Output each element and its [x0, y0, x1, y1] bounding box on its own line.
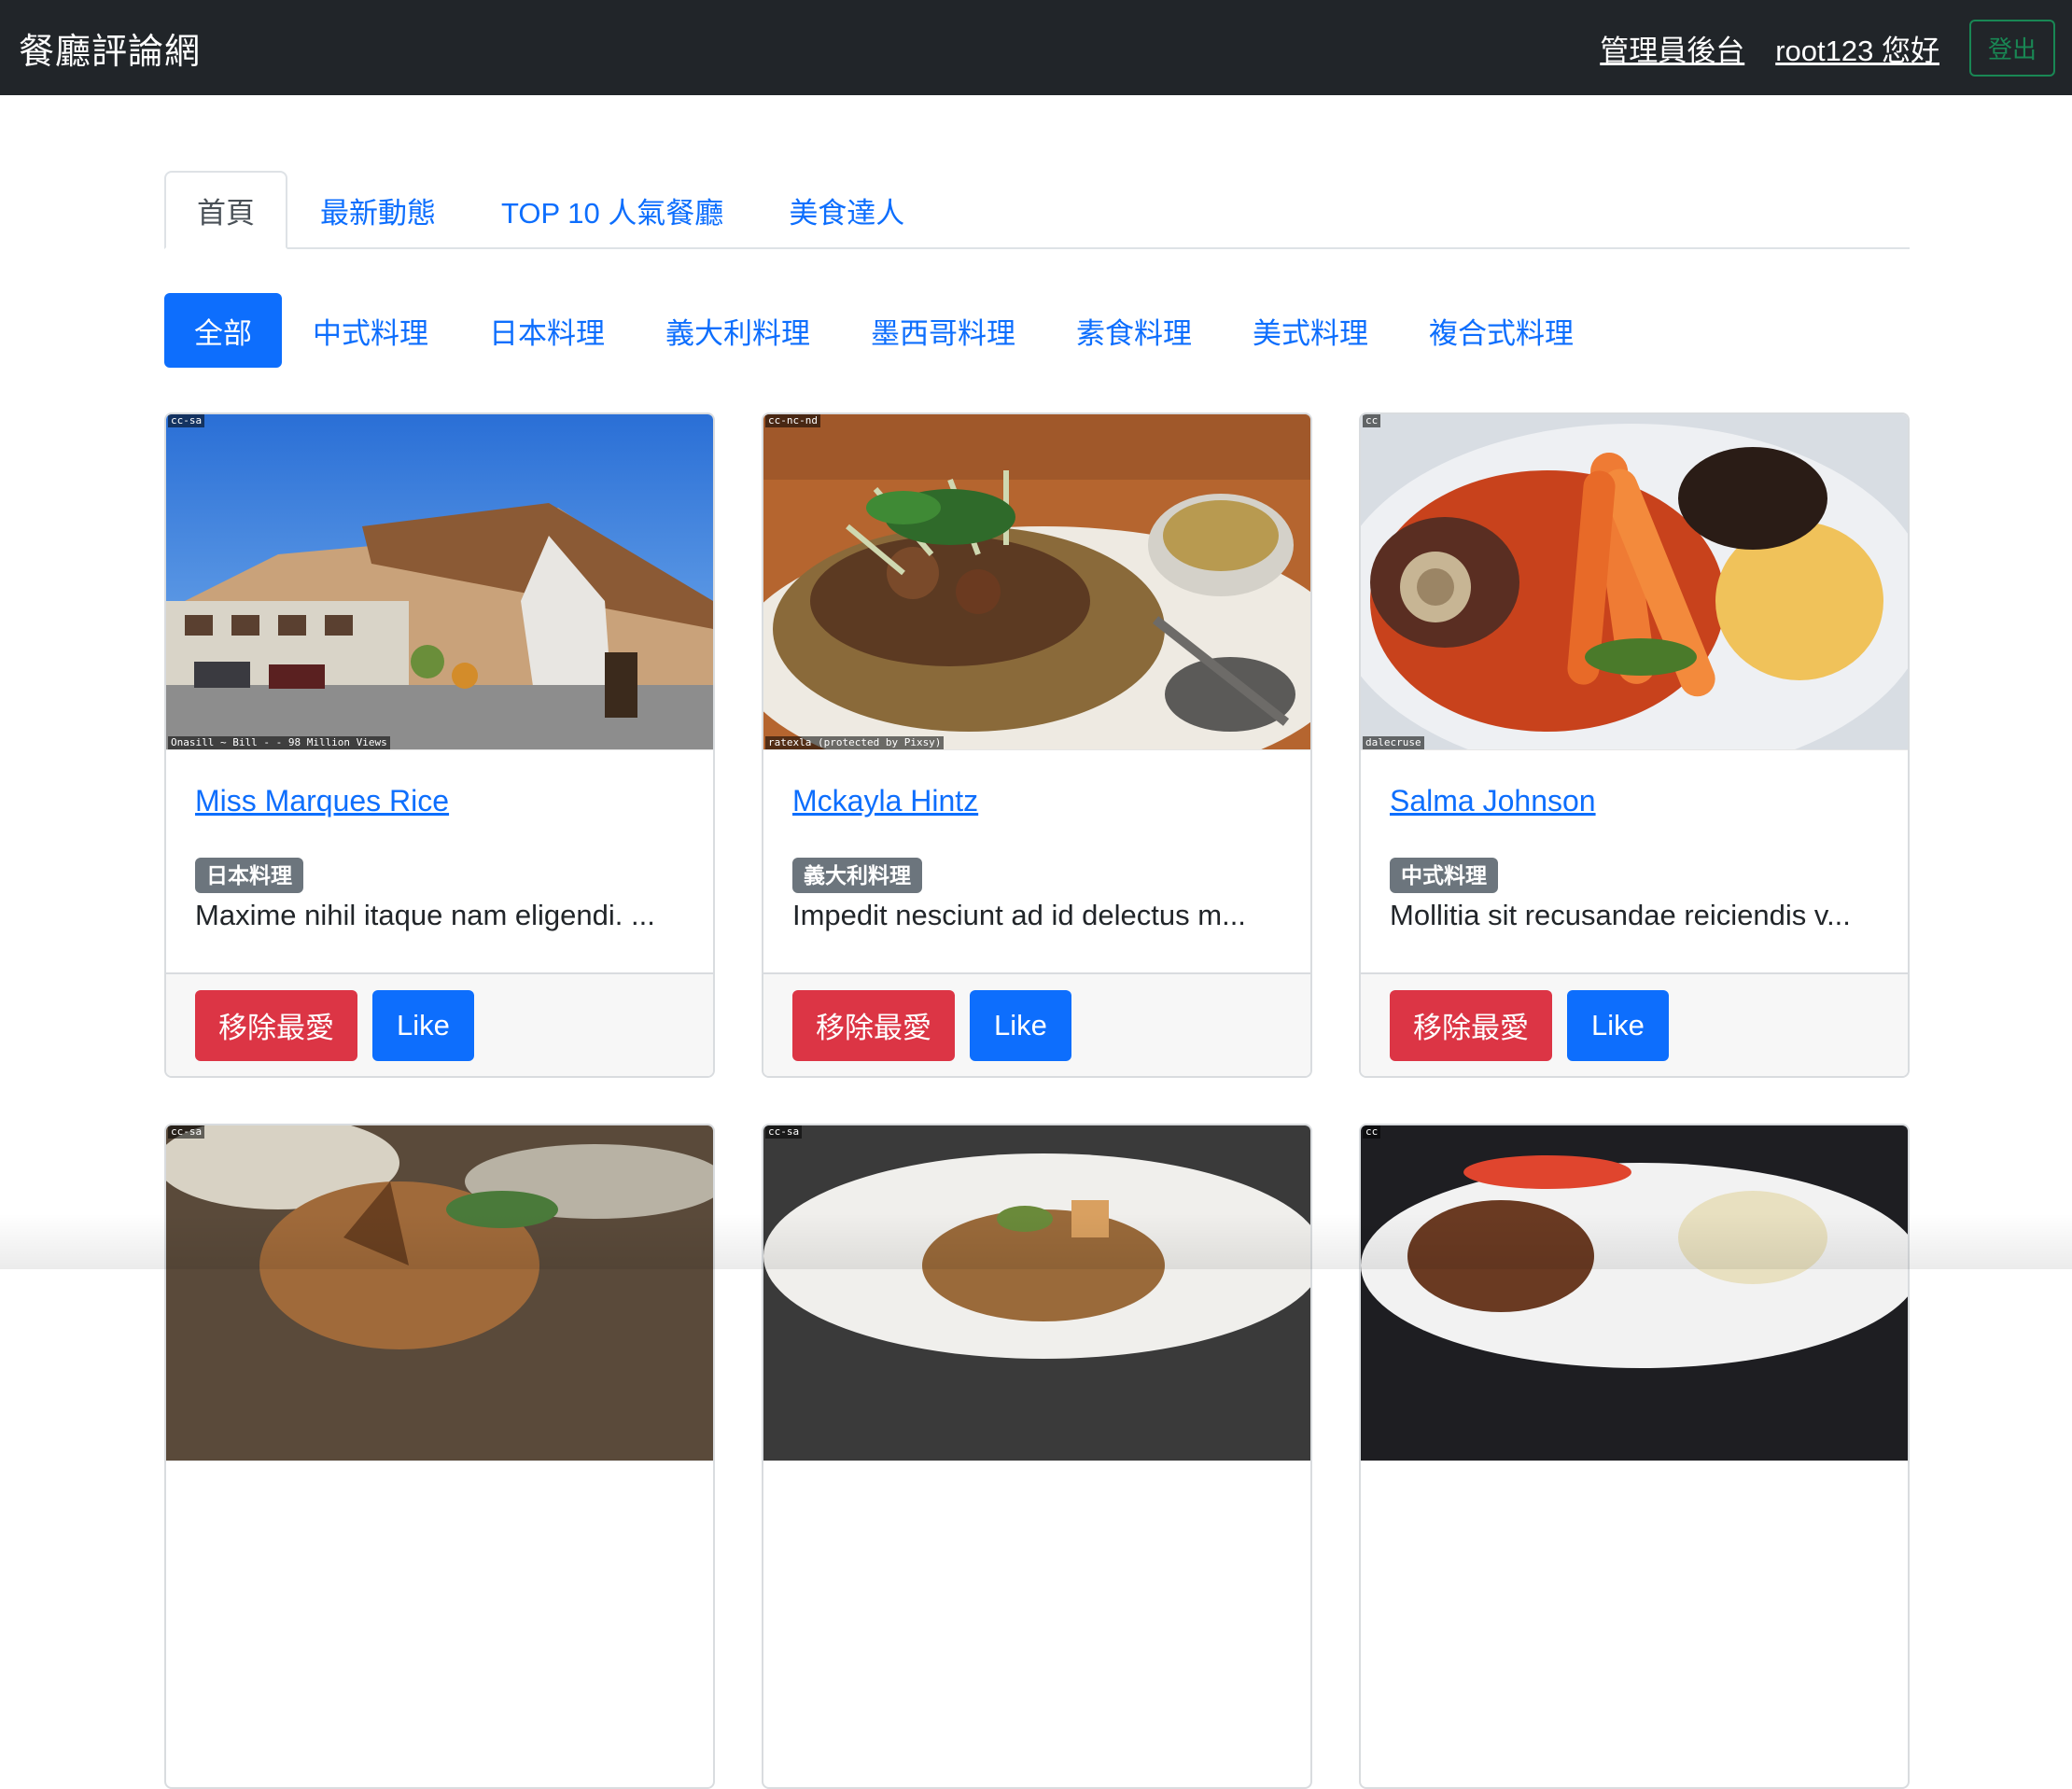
card-body: Salma Johnson 中式料理 Mollitia sit recusand… — [1361, 750, 1908, 974]
like-button[interactable]: Like — [1567, 989, 1669, 1061]
tab-home[interactable]: 首頁 — [164, 171, 287, 249]
restaurant-description: Impedit nesciunt ad id delectus m... — [792, 899, 1246, 931]
restaurant-photo-noodle-dish — [763, 414, 1310, 749]
restaurant-photo-alpine-building — [166, 414, 713, 749]
main-container: 首頁 最新動態 TOP 10 人氣餐廳 美食達人 全部 中式料理 日本料理 義大… — [164, 95, 1910, 1789]
user-greeting-link[interactable]: root123 您好 — [1775, 27, 1939, 69]
image-license-label: cc-sa — [168, 414, 205, 427]
category-fusion[interactable]: 複合式料理 — [1399, 293, 1603, 368]
card-footer: 移除最愛 Like — [763, 972, 1310, 1076]
category-vegetarian[interactable]: 素食料理 — [1046, 293, 1222, 368]
restaurant-name-link[interactable]: Mckayla Hintz — [792, 784, 978, 818]
logout-button[interactable]: 登出 — [1969, 19, 2055, 77]
admin-link[interactable]: 管理員後台 — [1600, 27, 1744, 69]
image-license-label: cc-nc-nd — [765, 414, 820, 427]
category-badge: 中式料理 — [1390, 858, 1498, 893]
category-all[interactable]: 全部 — [164, 293, 282, 368]
card-footer: 移除最愛 Like — [1361, 972, 1908, 1076]
category-italian[interactable]: 義大利料理 — [636, 293, 840, 368]
top-navbar: 餐廳評論網 管理員後台 root123 您好 登出 — [0, 0, 2072, 95]
like-button[interactable]: Like — [372, 989, 474, 1061]
restaurant-image[interactable]: cc — [1361, 1125, 1908, 1461]
tab-foodies[interactable]: 美食達人 — [756, 171, 937, 249]
restaurant-image[interactable]: cc-sa — [166, 1125, 713, 1461]
restaurant-description: Maxime nihil itaque nam eligendi. ... — [195, 899, 655, 931]
image-license-label: cc — [1363, 1125, 1381, 1139]
image-credit-label: dalecruse — [1363, 736, 1424, 749]
image-license-label: cc-sa — [765, 1125, 803, 1139]
image-license-label: cc-sa — [168, 1125, 205, 1139]
restaurant-image[interactable]: cc-sa Onasill ~ Bill - - 98 Million View… — [166, 414, 713, 750]
category-american[interactable]: 美式料理 — [1223, 293, 1398, 368]
restaurant-photo-dish — [166, 1125, 713, 1461]
card-body: Mckayla Hintz 義大利料理 Impedit nesciunt ad … — [763, 750, 1310, 974]
remove-favorite-button[interactable]: 移除最愛 — [792, 989, 955, 1061]
restaurant-description: Mollitia sit recusandae reiciendis v... — [1390, 899, 1851, 931]
brand-logo[interactable]: 餐廳評論網 — [19, 22, 201, 74]
restaurant-card: cc-nc-nd ratexla (protected by Pixsy) Mc… — [762, 412, 1312, 1078]
image-credit-label: ratexla (protected by Pixsy) — [765, 736, 945, 749]
restaurant-image[interactable]: cc-nc-nd ratexla (protected by Pixsy) — [763, 414, 1310, 750]
restaurant-image[interactable]: cc-sa — [763, 1125, 1310, 1461]
category-chinese[interactable]: 中式料理 — [283, 293, 458, 368]
image-license-label: cc — [1363, 414, 1381, 427]
restaurant-card: cc-sa — [762, 1124, 1312, 1789]
restaurant-card: cc-sa — [164, 1124, 715, 1789]
restaurant-photo-dish — [1361, 1125, 1908, 1461]
category-badge: 義大利料理 — [792, 858, 922, 893]
card-body: Miss Marques Rice 日本料理 Maxime nihil itaq… — [166, 750, 713, 974]
tab-latest-activity[interactable]: 最新動態 — [287, 171, 469, 249]
like-button[interactable]: Like — [970, 989, 1071, 1061]
restaurant-photo-dish — [763, 1125, 1310, 1461]
navbar-right: 管理員後台 root123 您好 登出 — [1600, 19, 2055, 77]
restaurant-name-link[interactable]: Salma Johnson — [1390, 784, 1596, 818]
restaurant-name-link[interactable]: Miss Marques Rice — [195, 784, 449, 818]
tab-top10[interactable]: TOP 10 人氣餐廳 — [469, 171, 756, 249]
image-credit-label: Onasill ~ Bill - - 98 Million Views — [168, 736, 390, 749]
category-japanese[interactable]: 日本料理 — [459, 293, 635, 368]
category-badge: 日本料理 — [195, 858, 303, 893]
restaurant-card: cc dalecruse Salma Johnson 中式料理 Mollitia… — [1359, 412, 1910, 1078]
remove-favorite-button[interactable]: 移除最愛 — [195, 989, 357, 1061]
nav-tabs: 首頁 最新動態 TOP 10 人氣餐廳 美食達人 — [164, 170, 1910, 249]
category-pills: 全部 中式料理 日本料理 義大利料理 墨西哥料理 素食料理 美式料理 複合式料理 — [164, 293, 1604, 368]
restaurant-photo-carrot-plate — [1361, 414, 1908, 749]
restaurant-image[interactable]: cc dalecruse — [1361, 414, 1908, 750]
restaurant-card: cc — [1359, 1124, 1910, 1789]
restaurant-card: cc-sa Onasill ~ Bill - - 98 Million View… — [164, 412, 715, 1078]
category-mexican[interactable]: 墨西哥料理 — [841, 293, 1045, 368]
remove-favorite-button[interactable]: 移除最愛 — [1390, 989, 1552, 1061]
card-footer: 移除最愛 Like — [166, 972, 713, 1076]
